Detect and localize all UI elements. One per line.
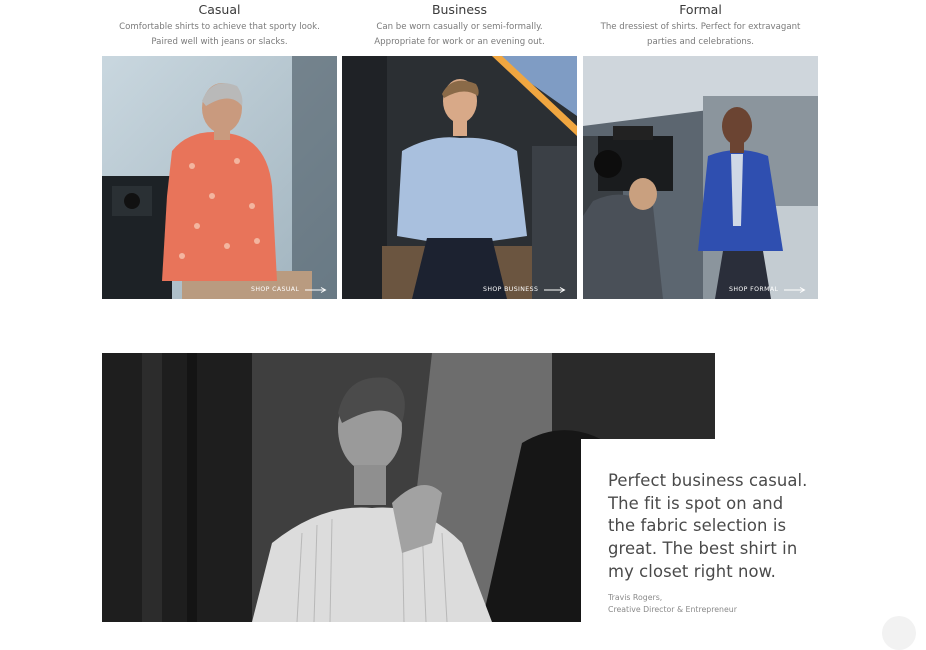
shop-link-label: SHOP BUSINESS [483, 286, 539, 293]
category-title: Formal [679, 2, 722, 17]
category-title: Business [431, 2, 488, 17]
category-casual-header: Casual Comfortable shirts to achieve tha… [102, 0, 337, 50]
category-casual-tile[interactable]: SHOP CASUAL [102, 56, 337, 299]
shop-casual-link[interactable]: SHOP CASUAL [251, 286, 327, 293]
formal-photo [583, 56, 818, 299]
shop-formal-link[interactable]: SHOP FORMAL [729, 286, 806, 293]
shop-link-label: SHOP CASUAL [251, 286, 300, 293]
author-name: Travis Rogers, [608, 593, 663, 602]
category-formal-tile[interactable]: SHOP FORMAL [583, 56, 818, 299]
testimonial-author: Travis Rogers, Creative Director & Entre… [608, 592, 737, 616]
category-desc-line: The dressiest of shirts. Perfect for ext… [600, 22, 801, 32]
category-desc-line: Appropriate for work or an evening out. [374, 37, 545, 47]
long-arrow-right-icon [305, 286, 327, 293]
category-business-tile[interactable]: SHOP BUSINESS [342, 56, 577, 299]
long-arrow-right-icon [784, 286, 806, 293]
scroll-to-top-button[interactable] [882, 616, 916, 650]
testimonial-card: Perfect business casual. The fit is spot… [581, 439, 926, 622]
shop-link-label: SHOP FORMAL [729, 286, 779, 293]
category-formal-header: Formal The dressiest of shirts. Perfect … [583, 0, 818, 50]
business-photo [342, 56, 577, 299]
shop-business-link[interactable]: SHOP BUSINESS [483, 286, 566, 293]
author-role: Creative Director & Entrepreneur [608, 605, 737, 614]
category-title: Casual [198, 2, 241, 17]
casual-photo [102, 56, 337, 299]
category-desc-line: parties and celebrations. [646, 37, 755, 47]
category-desc-line: Can be worn casually or semi-formally. [376, 22, 543, 32]
testimonial-quote: Perfect business casual. The fit is spot… [608, 471, 808, 581]
long-arrow-right-icon [544, 286, 566, 293]
category-desc-line: Comfortable shirts to achieve that sport… [119, 22, 320, 32]
category-business-header: Business Can be worn casually or semi-fo… [342, 0, 577, 50]
category-desc-line: Paired well with jeans or slacks. [151, 37, 288, 47]
